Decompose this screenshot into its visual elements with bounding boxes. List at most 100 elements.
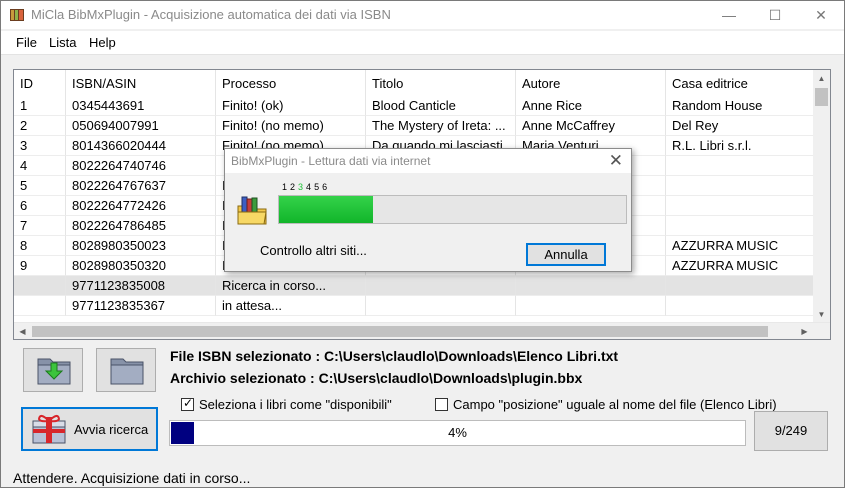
import-file-button[interactable] xyxy=(23,348,83,392)
cell-isbn: 9771123835008 xyxy=(66,276,216,296)
cell-casa-editrice xyxy=(666,156,814,176)
cell-id xyxy=(14,276,66,296)
position-checkbox-label[interactable]: Campo "posizione" uguale al nome del fil… xyxy=(453,397,777,412)
window-title: MiCla BibMxPlugin - Acquisizione automat… xyxy=(31,7,391,22)
cell-casa-editrice xyxy=(666,196,814,216)
cell-id: 7 xyxy=(14,216,66,236)
close-icon[interactable]: ✕ xyxy=(609,151,623,171)
step-number: 6 xyxy=(322,182,331,192)
progress-counter: 9/249 xyxy=(754,411,828,451)
cell-casa-editrice xyxy=(666,176,814,196)
available-checkbox[interactable]: ✓ xyxy=(181,396,194,411)
cell-casa-editrice xyxy=(666,276,814,296)
step-number: 2 xyxy=(290,182,299,192)
search-button-label: Avvia ricerca xyxy=(74,422,149,437)
cell-autore: Anne McCaffrey xyxy=(516,116,666,136)
cell-autore xyxy=(516,276,666,296)
scroll-left-icon[interactable]: ◀ xyxy=(14,323,31,339)
cell-isbn: 8028980350023 xyxy=(66,236,216,256)
table-row[interactable]: 9771123835008 Ricerca in corso... xyxy=(14,276,814,296)
lookup-progress-bar xyxy=(278,195,627,224)
dialog-title: BibMxPlugin - Lettura dati via internet xyxy=(231,154,431,168)
archive-path: Archivio selezionato : C:\Users\claudlo\… xyxy=(170,370,583,386)
menu-bar: File Lista Help xyxy=(1,31,844,55)
cell-isbn: 050694007991 xyxy=(66,116,216,136)
scroll-up-icon[interactable]: ▲ xyxy=(813,70,830,87)
gift-box-icon xyxy=(32,415,66,444)
position-option[interactable]: Campo "posizione" uguale al nome del fil… xyxy=(435,397,777,412)
step-number: 4 xyxy=(306,182,315,192)
horizontal-scrollbar[interactable]: ◀ ▶ xyxy=(14,322,830,339)
cell-isbn: 8022264767637 xyxy=(66,176,216,196)
cell-id xyxy=(14,296,66,316)
isbn-file-path: File ISBN selezionato : C:\Users\claudlo… xyxy=(170,348,619,364)
vertical-scrollbar[interactable]: ▲ ▼ xyxy=(813,70,830,323)
cell-autore xyxy=(516,296,666,316)
column-header-autore[interactable]: Autore xyxy=(516,70,666,96)
cell-casa-editrice: Random House xyxy=(666,96,814,116)
table-row[interactable]: 2 050694007991 Finito! (no memo) The Myster… xyxy=(14,116,814,136)
minimize-button[interactable]: — xyxy=(706,1,752,29)
cell-isbn: 9771123835367 xyxy=(66,296,216,316)
main-window: MiCla BibMxPlugin - Acquisizione automat… xyxy=(0,0,845,488)
column-header-titolo[interactable]: Titolo xyxy=(366,70,516,96)
step-indicator: 123456 xyxy=(282,182,330,192)
menu-file[interactable]: File xyxy=(16,35,37,50)
table-header: ID ISBN/ASIN Processo Titolo Autore Casa… xyxy=(14,70,814,96)
vertical-scroll-thumb[interactable] xyxy=(815,88,828,106)
scroll-down-icon[interactable]: ▼ xyxy=(813,306,830,323)
position-checkbox[interactable] xyxy=(435,398,448,411)
cell-titolo: Blood Canticle xyxy=(366,96,516,116)
cell-titolo: The Mystery of Ireta: ... xyxy=(366,116,516,136)
cell-processo: Finito! (ok) xyxy=(216,96,366,116)
open-archive-button[interactable] xyxy=(96,348,156,392)
column-header-processo[interactable]: Processo xyxy=(216,70,366,96)
cell-isbn: 8022264786485 xyxy=(66,216,216,236)
cell-titolo xyxy=(366,276,516,296)
cell-casa-editrice: AZZURRA MUSIC xyxy=(666,236,814,256)
cancel-button[interactable]: Annulla xyxy=(526,243,606,266)
title-bar[interactable]: MiCla BibMxPlugin - Acquisizione automat… xyxy=(1,1,844,29)
menu-help[interactable]: Help xyxy=(89,35,116,50)
cell-id: 4 xyxy=(14,156,66,176)
cell-processo: Ricerca in corso... xyxy=(216,276,366,296)
menu-lista[interactable]: Lista xyxy=(49,35,76,50)
step-number: 3 xyxy=(298,182,307,192)
maximize-button[interactable]: ☐ xyxy=(752,1,798,29)
cell-casa-editrice xyxy=(666,296,814,316)
dialog-status-text: Controllo altri siti... xyxy=(260,243,367,258)
cell-autore: Anne Rice xyxy=(516,96,666,116)
available-checkbox-label[interactable]: Seleziona i libri come "disponibili" xyxy=(199,397,392,412)
cell-casa-editrice: AZZURRA MUSIC xyxy=(666,256,814,276)
overall-progress-bar: 4% xyxy=(169,420,746,446)
cell-id: 1 xyxy=(14,96,66,116)
available-option[interactable]: ✓ Seleziona i libri come "disponibili" xyxy=(181,396,392,412)
cell-id: 5 xyxy=(14,176,66,196)
cell-id: 6 xyxy=(14,196,66,216)
books-icon xyxy=(10,9,24,21)
cell-titolo xyxy=(366,296,516,316)
lookup-progress-fill xyxy=(279,196,373,223)
cell-isbn: 8022264772426 xyxy=(66,196,216,216)
checkmark-icon: ✓ xyxy=(183,396,194,410)
table-row[interactable]: 1 0345443691 Finito! (ok) Blood Canticle Ann… xyxy=(14,96,814,116)
step-number: 1 xyxy=(282,182,291,192)
horizontal-scroll-thumb[interactable] xyxy=(32,326,768,337)
status-text: Attendere. Acquisizione dati in corso... xyxy=(13,470,251,486)
column-header-id[interactable]: ID xyxy=(14,70,66,96)
cell-processo: Finito! (no memo) xyxy=(216,116,366,136)
close-button[interactable]: ✕ xyxy=(798,1,844,29)
cell-id: 9 xyxy=(14,256,66,276)
scroll-right-icon[interactable]: ▶ xyxy=(796,323,813,339)
column-header-isbn[interactable]: ISBN/ASIN xyxy=(66,70,216,96)
dialog-title-bar[interactable]: BibMxPlugin - Lettura dati via internet … xyxy=(225,149,631,173)
cell-id: 2 xyxy=(14,116,66,136)
column-header-casa-editrice[interactable]: Casa editrice xyxy=(666,70,814,96)
cell-casa-editrice: Del Rey xyxy=(666,116,814,136)
cell-isbn: 8022264740746 xyxy=(66,156,216,176)
table-row[interactable]: 9771123835367 in attesa... xyxy=(14,296,814,316)
search-button[interactable]: Avvia ricerca xyxy=(21,407,158,451)
folder-icon xyxy=(110,358,144,385)
folder-import-icon xyxy=(37,358,71,385)
books-folder-icon xyxy=(237,196,267,225)
